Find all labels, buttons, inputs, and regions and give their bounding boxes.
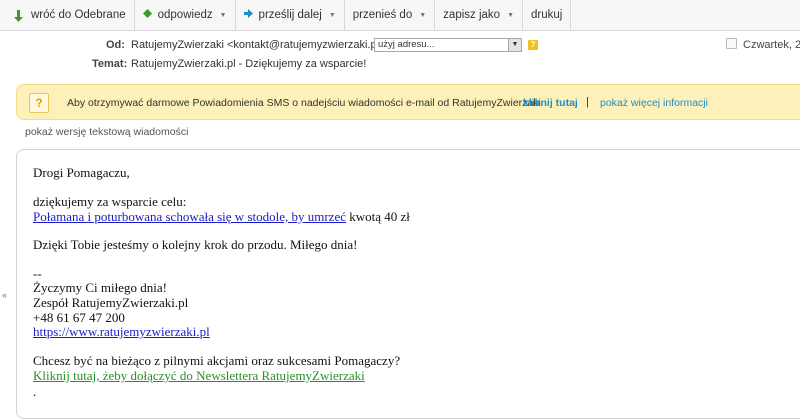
subject-value: RatujemyZwierzaki.pl - Dziękujemy za wsp… (131, 58, 367, 70)
banner-text: Aby otrzymywać darmowe Powiadomienia SMS… (67, 97, 541, 109)
save-as-button[interactable]: zapisz jako ▼ (435, 0, 523, 30)
sms-notification-banner: ? Aby otrzymywać darmowe Powiadomienia S… (16, 84, 800, 120)
back-to-inbox-button[interactable]: wróć do Odebrane (0, 0, 135, 30)
chevron-down-icon[interactable]: ▼ (329, 12, 336, 19)
collapse-sidebar-icon[interactable]: « (2, 290, 7, 300)
cause-line: Połamana i poturbowana schowała się w st… (33, 209, 410, 225)
move-to-button[interactable]: przenieś do ▼ (345, 0, 436, 30)
newsletter-question: Chcesz być na bieżąco z pilnymi akcjami … (33, 353, 401, 368)
print-label: drukuj (531, 9, 563, 21)
message-toolbar: wróć do Odebrane odpowiedz ▼ prześlij da… (0, 0, 800, 31)
question-mark-icon[interactable]: ? (528, 40, 538, 50)
back-to-inbox-label: wróć do Odebrane (31, 9, 126, 21)
newsletter-link[interactable]: Kliknij tutaj, żeby dołączyć do Newslett… (33, 368, 365, 383)
signature-wish: Życzymy Ci miłego dnia! (33, 280, 167, 295)
trailing-dot: . (33, 384, 37, 399)
chevron-down-icon[interactable]: ▼ (419, 12, 426, 19)
chevron-down-icon[interactable]: ▼ (507, 12, 514, 19)
move-to-label: przenieś do (352, 9, 413, 21)
forward-button[interactable]: prześlij dalej ▼ (236, 0, 345, 30)
signature-team: Zespół RatujemyZwierzaki.pl (33, 295, 189, 310)
flag-icon[interactable] (726, 38, 737, 49)
message-date: Czwartek, 23 (743, 39, 800, 51)
print-button[interactable]: drukuj (523, 0, 572, 30)
banner-more-info-link[interactable]: pokaż więcej informacji (600, 97, 708, 109)
reply-button[interactable]: odpowiedz ▼ (135, 0, 236, 30)
text-version-link[interactable]: pokaż wersję tekstową wiadomości (25, 126, 188, 138)
green-down-arrow-icon (14, 9, 23, 22)
subject-label: Temat: (92, 58, 128, 70)
amount-text: kwotą 40 zł (346, 209, 410, 224)
signature-url-line: https://www.ratujemyzwierzaki.pl (33, 324, 210, 340)
from-label: Od: (106, 39, 125, 51)
cause-link[interactable]: Połamana i poturbowana schowała się w st… (33, 209, 346, 224)
newsletter-line: Kliknij tutaj, żeby dołączyć do Newslett… (33, 368, 365, 384)
reply-label: odpowiedz (157, 9, 213, 21)
progress-line: Dzięki Tobie jesteśmy o kolejny krok do … (33, 237, 358, 252)
question-mark-icon: ? (29, 93, 49, 113)
address-select[interactable]: użyj adresu... ▼ (374, 38, 522, 52)
chevron-down-icon[interactable]: ▼ (220, 12, 227, 19)
thanks-line: dziękujemy za wsparcie celu: (33, 194, 187, 209)
date-area: Czwartek, 23 (726, 38, 800, 51)
from-value: RatujemyZwierzaki <kontakt@ratujemyzwier… (131, 39, 386, 51)
save-as-label: zapisz jako (443, 9, 501, 21)
chevron-down-icon[interactable]: ▼ (508, 39, 521, 51)
blue-arrow-right-icon (243, 9, 253, 21)
forward-label: prześlij dalej (258, 9, 322, 21)
address-select-value: użyj adresu... (378, 39, 435, 50)
banner-separator: | (586, 96, 589, 108)
greeting: Drogi Pomagaczu, (33, 165, 130, 180)
website-link[interactable]: https://www.ratujemyzwierzaki.pl (33, 324, 210, 339)
banner-click-here-link[interactable]: kliknij tutaj (523, 97, 578, 109)
green-diamond-icon (142, 9, 152, 21)
